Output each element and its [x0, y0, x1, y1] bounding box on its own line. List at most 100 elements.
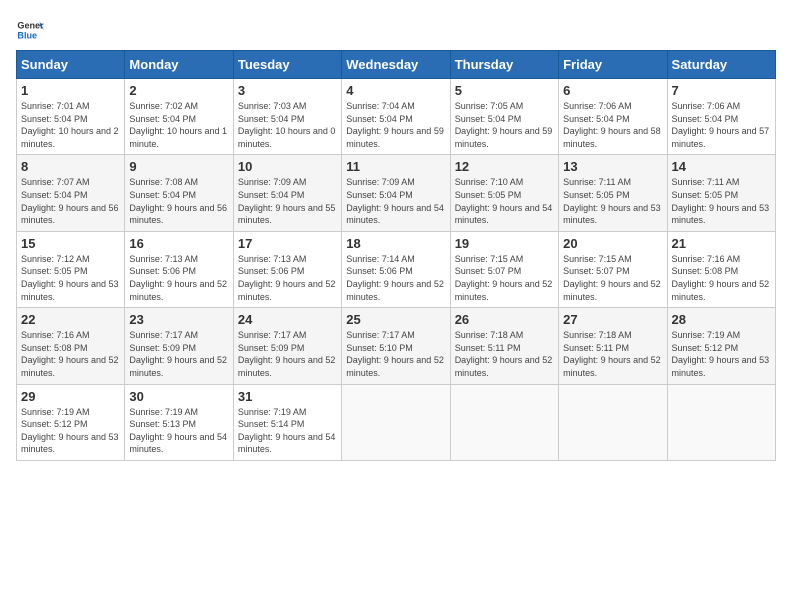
day-number: 7	[672, 83, 771, 98]
day-number: 31	[238, 389, 337, 404]
day-info: Sunrise: 7:09 AMSunset: 5:04 PMDaylight:…	[238, 176, 337, 226]
calendar-day-cell: 14 Sunrise: 7:11 AMSunset: 5:05 PMDayligh…	[667, 155, 775, 231]
day-info: Sunrise: 7:14 AMSunset: 5:06 PMDaylight:…	[346, 253, 445, 303]
calendar-day-cell: 3 Sunrise: 7:03 AMSunset: 5:04 PMDaylight…	[233, 79, 341, 155]
calendar-day-cell: 1 Sunrise: 7:01 AMSunset: 5:04 PMDaylight…	[17, 79, 125, 155]
calendar-week-row: 29 Sunrise: 7:19 AMSunset: 5:12 PMDayligh…	[17, 384, 776, 460]
day-number: 26	[455, 312, 554, 327]
calendar-day-cell: 11Sunrise: 7:09 AMSunset: 5:04 PMDayligh…	[342, 155, 450, 231]
day-number: 22	[21, 312, 120, 327]
day-number: 14	[672, 159, 771, 174]
day-info: Sunrise: 7:02 AMSunset: 5:04 PMDaylight:…	[129, 100, 228, 150]
calendar-day-cell: 20Sunrise: 7:15 AMSunset: 5:07 PMDayligh…	[559, 231, 667, 307]
calendar-day-cell	[450, 384, 558, 460]
calendar-table: SundayMondayTuesdayWednesdayThursdayFrid…	[16, 50, 776, 461]
day-info: Sunrise: 7:11 AMSunset: 5:05 PMDaylight:…	[672, 176, 771, 226]
calendar-day-cell: 5Sunrise: 7:05 AMSunset: 5:04 PMDaylight…	[450, 79, 558, 155]
day-number: 9	[129, 159, 228, 174]
day-info: Sunrise: 7:06 AMSunset: 5:04 PMDaylight:…	[563, 100, 662, 150]
calendar-header-wednesday: Wednesday	[342, 51, 450, 79]
day-number: 19	[455, 236, 554, 251]
calendar-day-cell: 7 Sunrise: 7:06 AMSunset: 5:04 PMDaylight…	[667, 79, 775, 155]
calendar-day-cell	[559, 384, 667, 460]
day-number: 6	[563, 83, 662, 98]
day-info: Sunrise: 7:08 AMSunset: 5:04 PMDaylight:…	[129, 176, 228, 226]
calendar-day-cell	[342, 384, 450, 460]
calendar-day-cell: 8Sunrise: 7:07 AMSunset: 5:04 PMDaylight…	[17, 155, 125, 231]
day-info: Sunrise: 7:19 AMSunset: 5:13 PMDaylight:…	[129, 406, 228, 456]
day-number: 23	[129, 312, 228, 327]
day-number: 30	[129, 389, 228, 404]
calendar-header-monday: Monday	[125, 51, 233, 79]
calendar-header-saturday: Saturday	[667, 51, 775, 79]
day-info: Sunrise: 7:17 AMSunset: 5:09 PMDaylight:…	[238, 329, 337, 379]
day-number: 29	[21, 389, 120, 404]
day-info: Sunrise: 7:03 AMSunset: 5:04 PMDaylight:…	[238, 100, 337, 150]
calendar-day-cell: 15Sunrise: 7:12 AMSunset: 5:05 PMDayligh…	[17, 231, 125, 307]
calendar-day-cell: 27Sunrise: 7:18 AMSunset: 5:11 PMDayligh…	[559, 308, 667, 384]
calendar-day-cell: 31 Sunrise: 7:19 AMSunset: 5:14 PMDayligh…	[233, 384, 341, 460]
calendar-day-cell: 18 Sunrise: 7:14 AMSunset: 5:06 PMDayligh…	[342, 231, 450, 307]
day-info: Sunrise: 7:16 AMSunset: 5:08 PMDaylight:…	[672, 253, 771, 303]
svg-text:Blue: Blue	[17, 30, 37, 40]
day-info: Sunrise: 7:18 AMSunset: 5:11 PMDaylight:…	[563, 329, 662, 379]
day-number: 16	[129, 236, 228, 251]
day-number: 10	[238, 159, 337, 174]
calendar-week-row: 22 Sunrise: 7:16 AMSunset: 5:08 PMDayligh…	[17, 308, 776, 384]
calendar-day-cell: 19Sunrise: 7:15 AMSunset: 5:07 PMDayligh…	[450, 231, 558, 307]
calendar-header-tuesday: Tuesday	[233, 51, 341, 79]
logo: General Blue	[16, 16, 44, 44]
calendar-week-row: 8Sunrise: 7:07 AMSunset: 5:04 PMDaylight…	[17, 155, 776, 231]
day-info: Sunrise: 7:17 AMSunset: 5:10 PMDaylight:…	[346, 329, 445, 379]
calendar-day-cell: 16Sunrise: 7:13 AMSunset: 5:06 PMDayligh…	[125, 231, 233, 307]
day-info: Sunrise: 7:17 AMSunset: 5:09 PMDaylight:…	[129, 329, 228, 379]
day-number: 1	[21, 83, 120, 98]
logo-icon: General Blue	[16, 16, 44, 44]
day-info: Sunrise: 7:07 AMSunset: 5:04 PMDaylight:…	[21, 176, 120, 226]
calendar-day-cell: 9 Sunrise: 7:08 AMSunset: 5:04 PMDaylight…	[125, 155, 233, 231]
calendar-day-cell: 24 Sunrise: 7:17 AMSunset: 5:09 PMDayligh…	[233, 308, 341, 384]
day-number: 20	[563, 236, 662, 251]
day-info: Sunrise: 7:05 AMSunset: 5:04 PMDaylight:…	[455, 100, 554, 150]
calendar-day-cell: 30 Sunrise: 7:19 AMSunset: 5:13 PMDayligh…	[125, 384, 233, 460]
calendar-header-thursday: Thursday	[450, 51, 558, 79]
calendar-day-cell: 22 Sunrise: 7:16 AMSunset: 5:08 PMDayligh…	[17, 308, 125, 384]
day-number: 18	[346, 236, 445, 251]
calendar-day-cell: 10 Sunrise: 7:09 AMSunset: 5:04 PMDayligh…	[233, 155, 341, 231]
day-number: 17	[238, 236, 337, 251]
day-number: 24	[238, 312, 337, 327]
day-info: Sunrise: 7:12 AMSunset: 5:05 PMDaylight:…	[21, 253, 120, 303]
calendar-day-cell: 26 Sunrise: 7:18 AMSunset: 5:11 PMDayligh…	[450, 308, 558, 384]
calendar-day-cell: 23 Sunrise: 7:17 AMSunset: 5:09 PMDayligh…	[125, 308, 233, 384]
day-info: Sunrise: 7:16 AMSunset: 5:08 PMDaylight:…	[21, 329, 120, 379]
calendar-day-cell: 13 Sunrise: 7:11 AMSunset: 5:05 PMDayligh…	[559, 155, 667, 231]
day-info: Sunrise: 7:19 AMSunset: 5:14 PMDaylight:…	[238, 406, 337, 456]
calendar-day-cell	[667, 384, 775, 460]
calendar-header-friday: Friday	[559, 51, 667, 79]
calendar-week-row: 15Sunrise: 7:12 AMSunset: 5:05 PMDayligh…	[17, 231, 776, 307]
calendar-day-cell: 4Sunrise: 7:04 AMSunset: 5:04 PMDaylight…	[342, 79, 450, 155]
calendar-day-cell: 6 Sunrise: 7:06 AMSunset: 5:04 PMDaylight…	[559, 79, 667, 155]
day-number: 28	[672, 312, 771, 327]
day-info: Sunrise: 7:09 AMSunset: 5:04 PMDaylight:…	[346, 176, 445, 226]
day-info: Sunrise: 7:01 AMSunset: 5:04 PMDaylight:…	[21, 100, 120, 150]
calendar-day-cell: 17Sunrise: 7:13 AMSunset: 5:06 PMDayligh…	[233, 231, 341, 307]
calendar-week-row: 1 Sunrise: 7:01 AMSunset: 5:04 PMDaylight…	[17, 79, 776, 155]
day-number: 4	[346, 83, 445, 98]
calendar-day-cell: 28 Sunrise: 7:19 AMSunset: 5:12 PMDayligh…	[667, 308, 775, 384]
calendar-day-cell: 2 Sunrise: 7:02 AMSunset: 5:04 PMDaylight…	[125, 79, 233, 155]
day-info: Sunrise: 7:19 AMSunset: 5:12 PMDaylight:…	[21, 406, 120, 456]
day-info: Sunrise: 7:18 AMSunset: 5:11 PMDaylight:…	[455, 329, 554, 379]
day-info: Sunrise: 7:19 AMSunset: 5:12 PMDaylight:…	[672, 329, 771, 379]
day-number: 2	[129, 83, 228, 98]
day-info: Sunrise: 7:06 AMSunset: 5:04 PMDaylight:…	[672, 100, 771, 150]
calendar-day-cell: 25Sunrise: 7:17 AMSunset: 5:10 PMDayligh…	[342, 308, 450, 384]
page-container: General Blue SundayMondayTuesdayWednesda…	[0, 0, 792, 471]
day-info: Sunrise: 7:10 AMSunset: 5:05 PMDaylight:…	[455, 176, 554, 226]
header: General Blue	[16, 16, 776, 44]
day-number: 3	[238, 83, 337, 98]
day-info: Sunrise: 7:11 AMSunset: 5:05 PMDaylight:…	[563, 176, 662, 226]
calendar-day-cell: 29 Sunrise: 7:19 AMSunset: 5:12 PMDayligh…	[17, 384, 125, 460]
calendar-header-sunday: Sunday	[17, 51, 125, 79]
day-number: 13	[563, 159, 662, 174]
